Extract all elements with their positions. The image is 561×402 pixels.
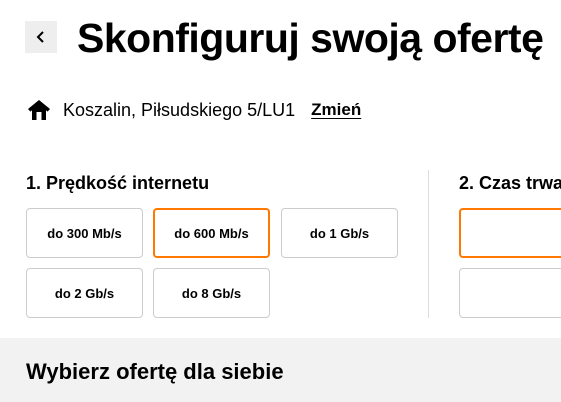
speed-heading: 1. Prędkość internetu [26,173,210,193]
speed-option-8gbps[interactable]: do 8 Gb/s [153,268,270,318]
contract-option-2[interactable] [459,268,561,318]
speed-option-300mbps[interactable]: do 300 Mb/s [26,208,143,258]
contract-heading: 2. Czas trwania umowy [459,173,561,193]
page-title: Skonfiguruj swoją ofertę [77,15,544,61]
speed-option-2gbps[interactable]: do 2 Gb/s [26,268,143,318]
change-address-link[interactable]: Zmień [311,100,361,120]
section-divider [428,170,429,318]
address-row: Koszalin, Piłsudskiego 5/LU1 Zmień [27,97,361,123]
offer-title: Wybierz ofertę dla siebie [26,359,284,384]
back-button[interactable] [25,21,57,53]
speed-option-1gbps[interactable]: do 1 Gb/s [281,208,398,258]
chevron-left-icon [36,31,44,43]
contract-option-1[interactable] [459,208,561,258]
offer-banner: Wybierz ofertę dla siebie [0,338,561,402]
speed-option-600mbps[interactable]: do 600 Mb/s [153,208,270,258]
home-icon [28,100,50,120]
address-text: Koszalin, Piłsudskiego 5/LU1 [63,100,296,120]
offer-configurator-page: Skonfiguruj swoją ofertę Koszalin, Piłsu… [0,0,561,402]
